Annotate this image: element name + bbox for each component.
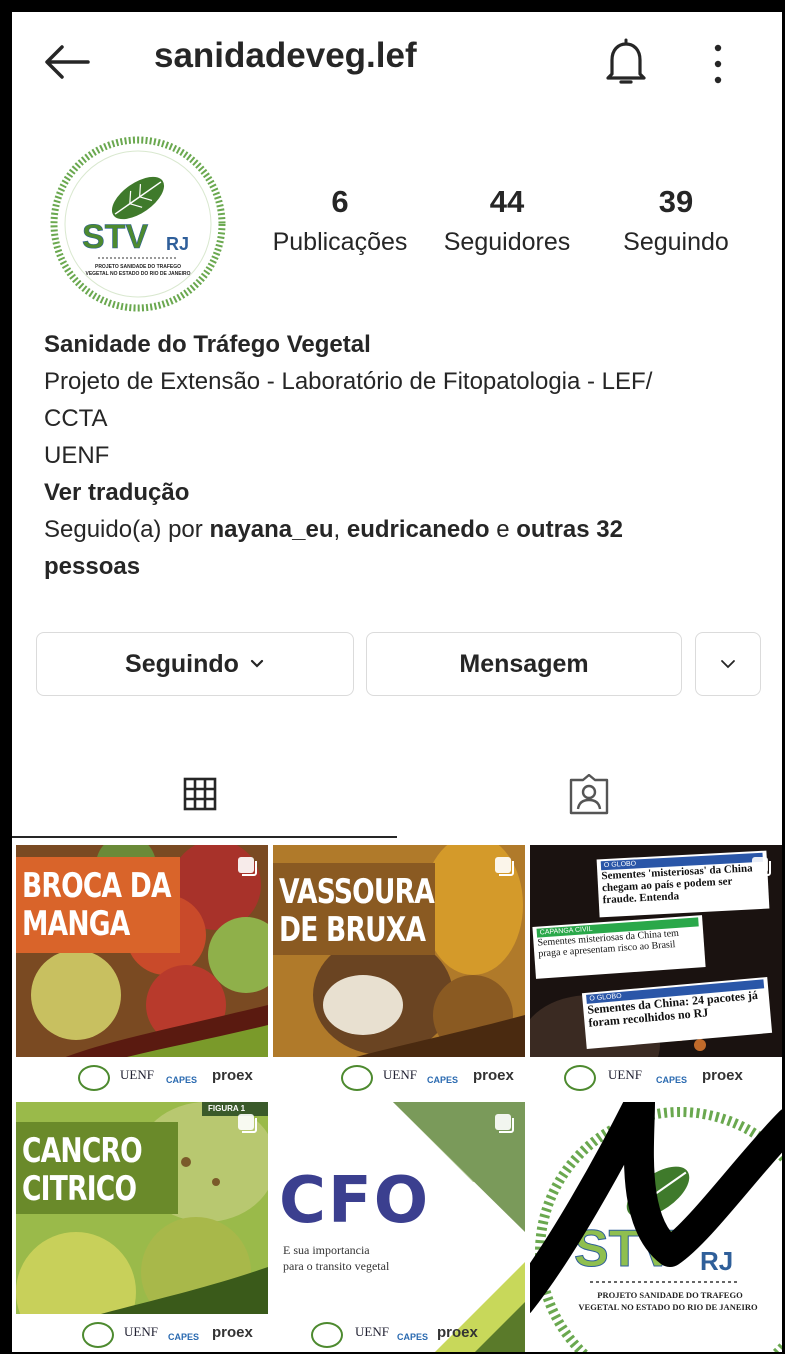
following-button[interactable]: Seguindo (36, 632, 354, 696)
followed-others-link[interactable]: outras 32 (516, 516, 623, 543)
stv-mini-logo (564, 1065, 596, 1091)
post-title: CFO (279, 1164, 431, 1238)
stat-label: Seguindo (623, 228, 729, 256)
post-subtitle: E sua importancia para o transito vegetal (283, 1243, 390, 1273)
uenf-logo: UENF (383, 1067, 417, 1082)
capes-logo: CAPES (168, 1332, 200, 1342)
proex-logo: proex (212, 1067, 253, 1084)
profile-avatar[interactable]: STV RJ PROJETO SANIDADE DO TRAFEGO VEGET… (50, 136, 226, 312)
svg-text:STV: STV (82, 218, 148, 256)
stat-label: Seguidores (443, 228, 571, 256)
message-button-label: Mensagem (459, 649, 589, 678)
uenf-logo: UENF (120, 1067, 154, 1082)
bio-line: UENF (44, 442, 110, 469)
stv-mini-logo (82, 1322, 114, 1348)
bell-icon[interactable] (604, 38, 648, 88)
stat-value: 39 (658, 184, 694, 219)
multiple-photos-icon (238, 857, 257, 876)
svg-text:RJ: RJ (700, 1246, 733, 1276)
followed-separator: , (333, 516, 347, 543)
followed-prefix: Seguido(a) por (44, 516, 210, 543)
followed-others-link[interactable]: pessoas (44, 548, 764, 585)
partner-logos: UENF CAPES proex (273, 1314, 478, 1352)
stv-mini-logo (78, 1065, 110, 1091)
proex-logo: proex (437, 1324, 478, 1341)
capes-logo: CAPES (166, 1075, 198, 1085)
svg-text:RJ: RJ (166, 234, 189, 254)
top-bar: sanidadeveg.lef (12, 12, 782, 112)
capes-logo: CAPES (397, 1332, 429, 1342)
post-tile[interactable]: BROCA DA MANGA UENF CAPES proex (16, 845, 268, 1097)
post-tile[interactable]: FIGURA 1 CANCRO CITRICO UENF CAPES proex (16, 1102, 268, 1352)
arrow-left-icon[interactable] (42, 42, 92, 82)
see-translation-link[interactable]: Ver tradução (44, 474, 764, 511)
stat-following[interactable]: 39 Seguindo (610, 184, 742, 260)
bio-line: CCTA (44, 405, 108, 432)
news-clipping: O GLOBO Sementes 'misteriosas' da China … (596, 850, 770, 918)
tab-posts-grid[interactable] (12, 750, 397, 836)
more-vertical-icon[interactable] (708, 40, 728, 88)
post-title: VASSOURA DE BRUXA (279, 872, 435, 950)
followed-user-link[interactable]: nayana_eu (209, 516, 333, 543)
proex-logo: proex (702, 1067, 743, 1084)
stat-label: Publicações (272, 228, 408, 256)
uenf-logo: UENF (124, 1324, 158, 1339)
multiple-photos-icon (238, 1114, 257, 1133)
capes-logo: CAPES (427, 1075, 459, 1085)
proex-logo: proex (212, 1324, 253, 1341)
partner-logos: UENF CAPES proex (530, 1057, 782, 1097)
multiple-photos-icon (752, 857, 771, 876)
posts-grid: BROCA DA MANGA UENF CAPES proex VASSOURA… (16, 845, 782, 1352)
profile-username: sanidadeveg.lef (154, 36, 417, 75)
suggestions-dropdown-button[interactable] (695, 632, 761, 696)
following-button-label: Seguindo (125, 649, 239, 678)
followed-user-link[interactable]: eudricanedo (347, 516, 490, 543)
chevron-down-icon (250, 659, 264, 668)
svg-text:VEGETAL NO ESTADO DO RIO DE JA: VEGETAL NO ESTADO DO RIO DE JANEIRO (578, 1302, 758, 1312)
grid-icon (183, 777, 217, 811)
active-tab-indicator (12, 836, 397, 838)
stv-mini-logo (311, 1322, 343, 1348)
stv-mini-logo (341, 1065, 373, 1091)
followed-by-text[interactable]: Seguido(a) por nayana_eu, eudricanedo e … (44, 511, 764, 548)
partner-logos: UENF CAPES proex (16, 1057, 268, 1097)
post-tile[interactable]: VASSOURA DE BRUXA UENF CAPES proex (273, 845, 525, 1097)
post-title: CANCRO CITRICO (22, 1131, 143, 1209)
post-title: BROCA DA MANGA (22, 866, 171, 944)
stv-logo: STV RJ PROJETO SANIDADE DO TRAFEGO VEGET… (50, 136, 226, 312)
post-tile[interactable]: CFO E sua importancia para o transito veg… (273, 1102, 525, 1352)
stat-value: 6 (331, 184, 349, 219)
partner-logos: UENF CAPES proex (273, 1057, 525, 1097)
post-image: STV RJ PROJETO SANIDADE DO TRAFEGO VEGET… (530, 1102, 782, 1352)
capes-logo: CAPES (656, 1075, 688, 1085)
post-tile[interactable]: STV RJ PROJETO SANIDADE DO TRAFEGO VEGET… (530, 1102, 782, 1352)
bio-line: Projeto de Extensão - Laboratório de Fit… (44, 368, 653, 395)
profile-bio: Sanidade do Tráfego Vegetal Projeto de E… (44, 326, 764, 585)
svg-text:PROJETO SANIDADE DO TRAFEGO: PROJETO SANIDADE DO TRAFEGO (597, 1290, 743, 1300)
stat-value: 44 (489, 184, 525, 219)
post-tile[interactable]: O GLOBO Sementes 'misteriosas' da China … (530, 845, 782, 1097)
tab-tagged[interactable] (397, 750, 782, 836)
tagged-person-icon (569, 774, 609, 815)
proex-logo: proex (473, 1067, 514, 1084)
profile-tabs (12, 750, 782, 840)
svg-text:VEGETAL NO ESTADO DO RIO DE JA: VEGETAL NO ESTADO DO RIO DE JANEIRO (85, 271, 190, 277)
profile-display-name: Sanidade do Tráfego Vegetal (44, 331, 371, 358)
stat-followers[interactable]: 44 Seguidores (432, 184, 582, 260)
multiple-photos-icon (495, 1114, 514, 1133)
partner-logos: UENF CAPES proex (16, 1314, 268, 1352)
uenf-logo: UENF (355, 1324, 389, 1339)
uenf-logo: UENF (608, 1067, 642, 1082)
message-button[interactable]: Mensagem (366, 632, 682, 696)
svg-text:PROJETO SANIDADE DO TRAFEGO: PROJETO SANIDADE DO TRAFEGO (95, 264, 181, 270)
followed-and: e (489, 516, 517, 543)
multiple-photos-icon (495, 857, 514, 876)
stat-posts[interactable]: 6 Publicações (262, 184, 418, 260)
profile-screen: sanidadeveg.lef STV RJ PROJETO SANIDADE … (12, 12, 782, 1352)
chevron-down-icon (721, 660, 735, 669)
